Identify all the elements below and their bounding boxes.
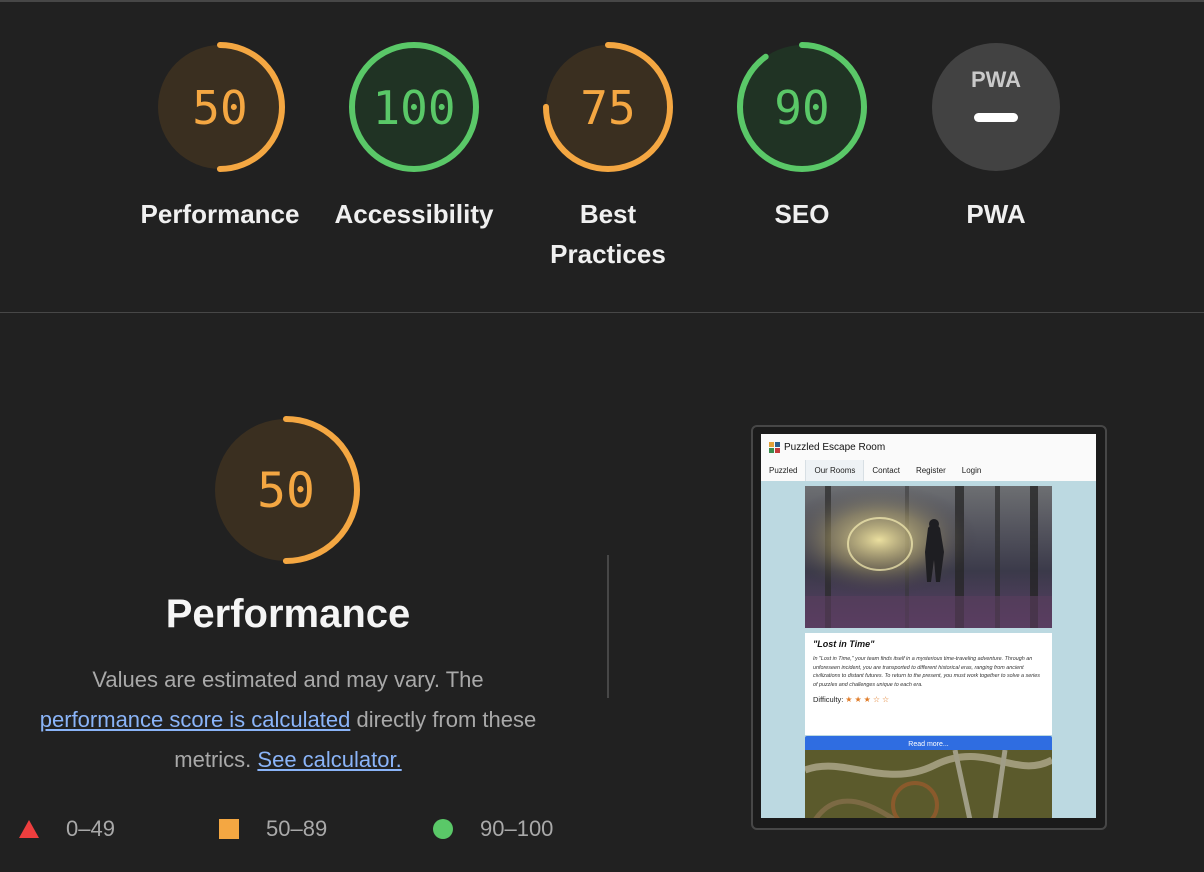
gauge-best-practices[interactable]: 75 Best Practices: [518, 42, 698, 274]
gauge-seo-score: 90: [774, 81, 829, 135]
gauge-best-practices-ring: 75: [543, 42, 673, 172]
gauge-accessibility-ring: 100: [349, 42, 479, 172]
legend-fail: 0–49: [18, 816, 115, 842]
gauge-accessibility[interactable]: 100 Accessibility: [324, 42, 504, 234]
star-filled-icon: ★: [845, 695, 853, 704]
gauge-performance-score: 50: [192, 81, 247, 135]
screenshot-brand: Puzzled Escape Room: [769, 442, 885, 453]
star-filled-icon: ★: [854, 695, 862, 704]
legend-pass: 90–100: [432, 816, 553, 842]
legend-average-range: 50–89: [266, 816, 328, 841]
performance-desc-mid-2: metrics.: [174, 747, 252, 772]
gauge-best-practices-score: 75: [580, 81, 635, 135]
legend-average: 50–89: [218, 816, 327, 842]
screenshot-site-title: Puzzled Escape Room: [784, 442, 886, 453]
screenshot-nav-puzzled: Puzzled: [769, 466, 798, 475]
gauge-best-practices-label: Best Practices: [550, 199, 666, 269]
vertical-separator: [607, 555, 609, 698]
gauge-seo[interactable]: 90 SEO: [712, 42, 892, 234]
gauge-seo-ring: 90: [737, 42, 867, 172]
screenshot-nav-login: Login: [961, 466, 982, 475]
screenshot-nav-register: Register: [915, 466, 946, 475]
legend-fail-range: 0–49: [66, 816, 115, 841]
performance-desc-prefix: Values are estimated and may vary. The: [92, 667, 484, 692]
performance-score-link[interactable]: performance score is calculated: [40, 707, 351, 732]
room-title: "Lost in Time": [813, 639, 875, 649]
difficulty-label: Difficulty:: [813, 695, 844, 704]
gauge-pwa-label: PWA: [966, 199, 1026, 229]
puzzle-logo-icon: [769, 442, 780, 453]
room-image: [805, 486, 1052, 628]
top-border: [0, 0, 1204, 2]
square-icon: [219, 819, 239, 839]
gauge-accessibility-label: Accessibility: [334, 199, 494, 229]
performance-title: Performance: [165, 592, 411, 636]
performance-big-score: 50: [257, 463, 315, 519]
gauge-pwa[interactable]: PWA PWA: [906, 42, 1086, 234]
star-empty-icon: ☆: [881, 695, 890, 704]
star-filled-icon: ★: [863, 695, 871, 704]
page-screenshot[interactable]: Puzzled Escape Room Puzzled Our Rooms Co…: [761, 434, 1096, 818]
pwa-badge-text: PWA: [971, 67, 1021, 92]
performance-big-gauge: 50: [212, 416, 360, 564]
room-description: In "Lost in Time," your team finds itsel…: [813, 656, 1040, 688]
gauge-seo-label: SEO: [774, 199, 830, 229]
circle-icon: [433, 819, 453, 839]
performance-description: Values are estimated and may vary. The p…: [8, 660, 568, 780]
performance-desc-mid-1: directly from these: [356, 707, 537, 732]
screenshot-header: Puzzled Escape Room Puzzled Our Rooms Co…: [761, 434, 1096, 481]
room-card-body: "Lost in Time" In "Lost in Time," your t…: [805, 633, 1052, 735]
section-divider: [0, 312, 1204, 313]
pwa-dash-icon: [974, 113, 1018, 122]
gauge-performance-label: Performance: [140, 199, 300, 229]
legend-pass-range: 90–100: [480, 816, 554, 841]
room-card: "Lost in Time" In "Lost in Time," your t…: [805, 486, 1052, 753]
star-empty-icon: ☆: [872, 695, 880, 704]
gauge-accessibility-score: 100: [372, 81, 455, 135]
triangle-icon: [19, 820, 39, 838]
gauge-performance[interactable]: 50 Performance: [130, 42, 310, 234]
gauge-performance-ring: 50: [155, 42, 285, 172]
screenshot-nav-our-rooms: Our Rooms: [805, 460, 865, 481]
room-difficulty: Difficulty: ★ ★ ★ ☆ ☆: [813, 695, 1044, 704]
see-calculator-link[interactable]: See calculator.: [257, 747, 401, 772]
second-room-image: [805, 750, 1052, 818]
screenshot-nav: Puzzled Our Rooms Contact Register Login: [761, 460, 989, 481]
screenshot-nav-contact: Contact: [872, 466, 900, 475]
pwa-badge-icon: PWA: [932, 43, 1060, 171]
